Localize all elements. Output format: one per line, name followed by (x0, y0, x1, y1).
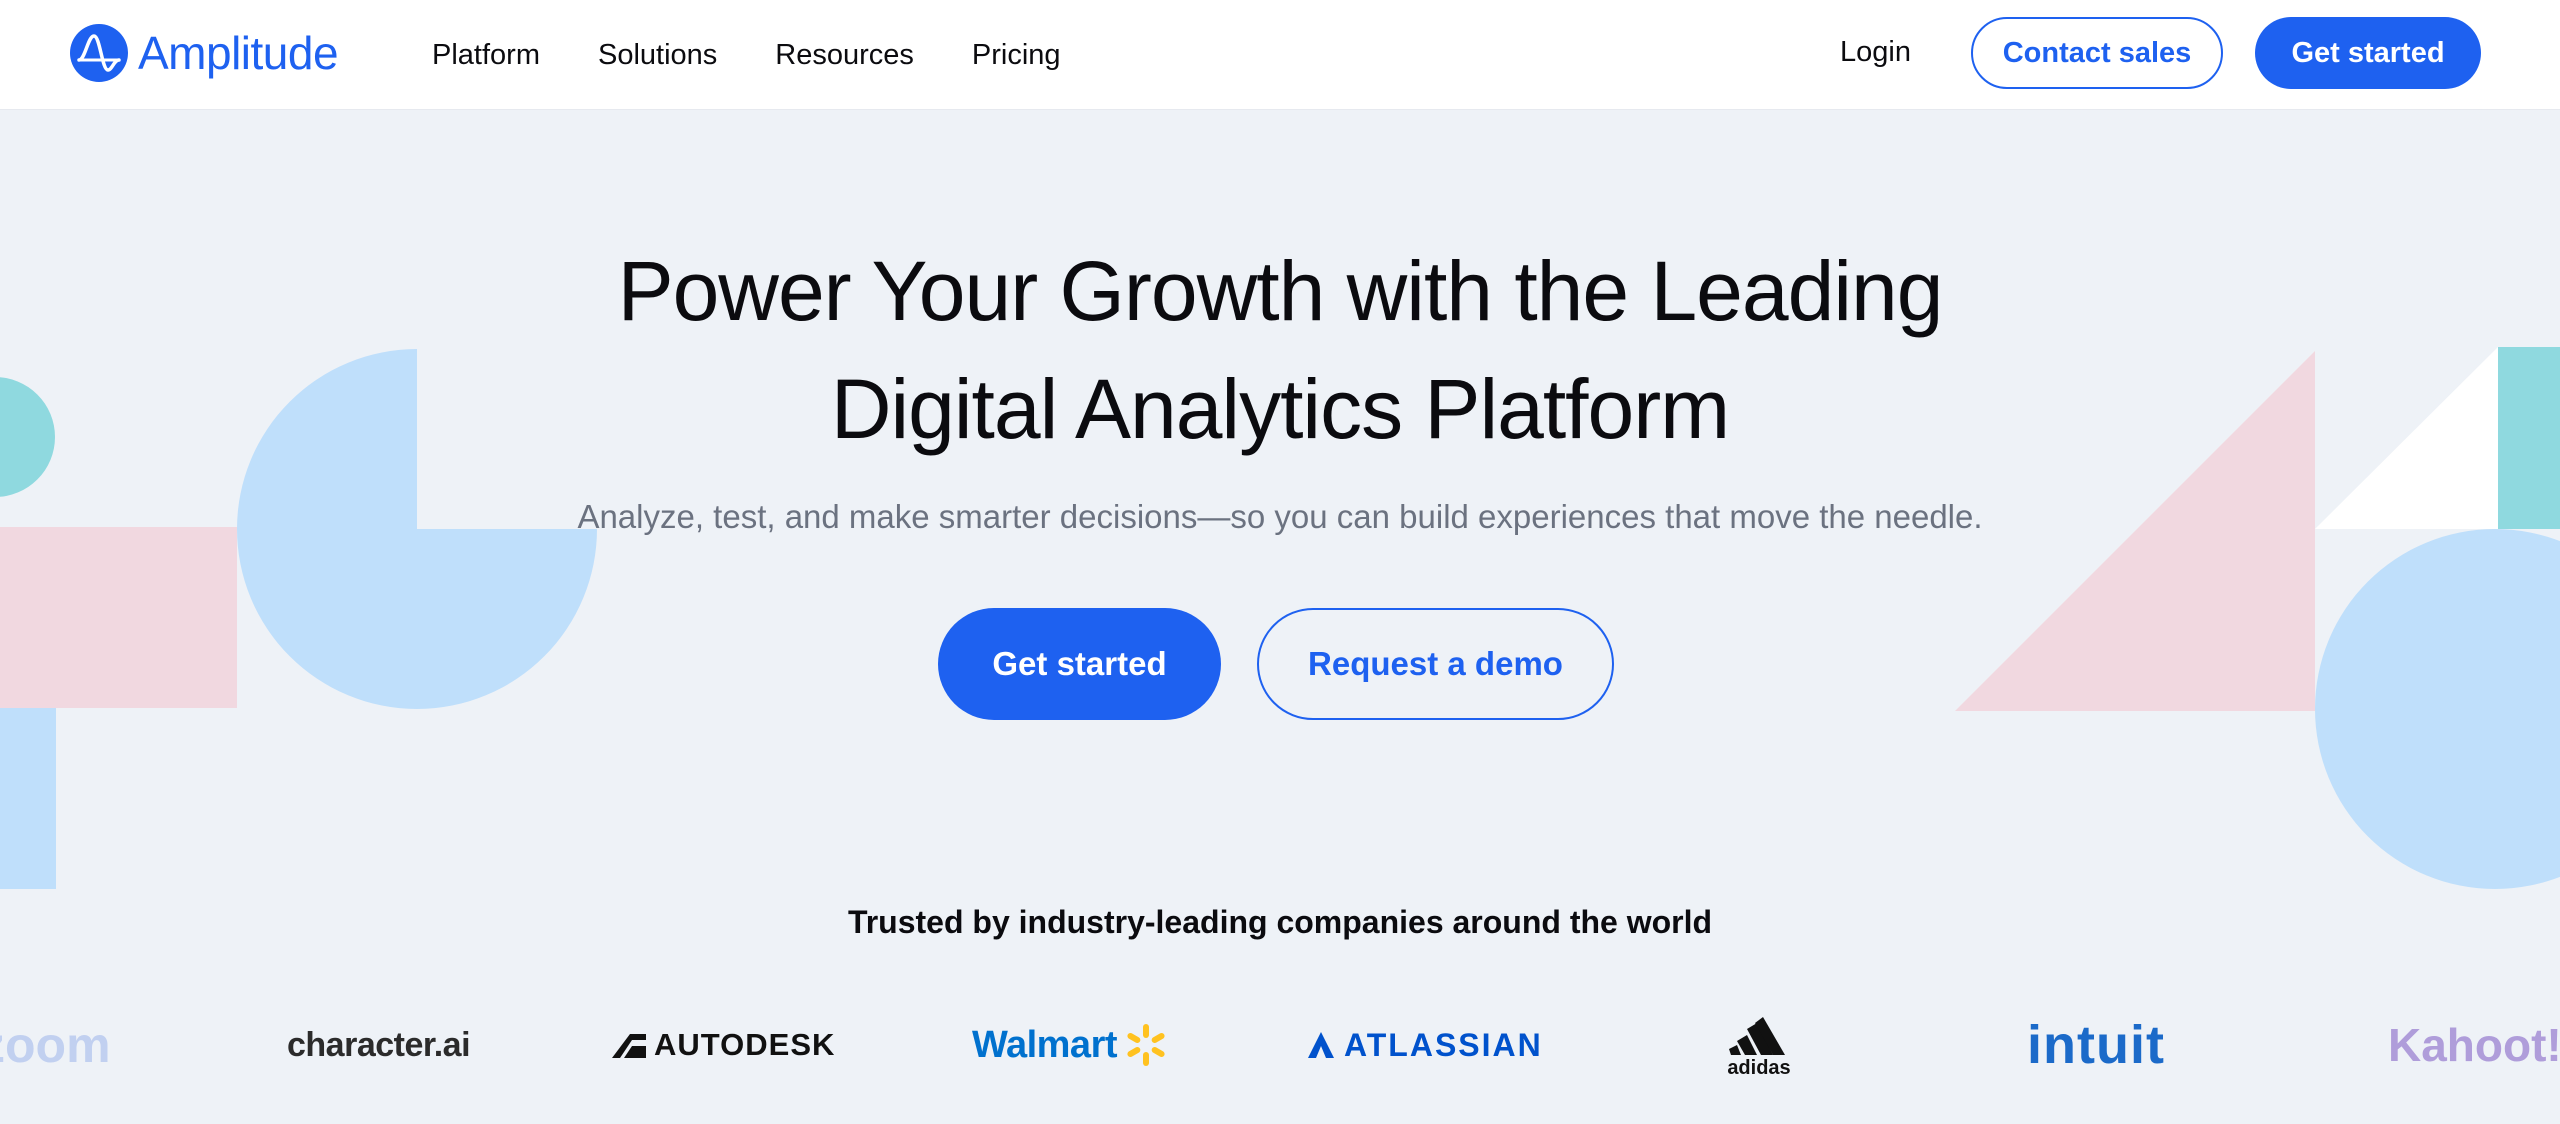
blue-circle-right (2315, 529, 2560, 889)
logo-kahoot: Kahoot! (2388, 1018, 2560, 1072)
logo-adidas: adidas (1727, 1008, 1791, 1088)
logo-autodesk-text: AUTODESK (654, 1027, 836, 1062)
teal-half-circle-left (0, 377, 55, 497)
adidas-stripes-icon (1729, 1016, 1785, 1055)
hero-get-started-button[interactable]: Get started (938, 608, 1221, 720)
autodesk-icon (612, 1034, 646, 1058)
hero-title-line2: Digital Analytics Platform (830, 362, 1730, 456)
request-demo-button[interactable]: Request a demo (1257, 608, 1614, 720)
logo-walmart: Walmart (972, 1018, 1169, 1072)
logo-autodesk: AUTODESK (612, 1018, 835, 1072)
logo-zoom-text: zoom (0, 1017, 111, 1073)
logo-intuit: intuit (2027, 1015, 2165, 1075)
logo-character-ai-text: character.ai (287, 1025, 471, 1064)
logo-atlassian-text: ATLASSIAN (1344, 1026, 1543, 1063)
logo-adidas-text: adidas (1727, 1056, 1791, 1079)
menu-item-solutions[interactable]: Solutions (598, 39, 717, 72)
trusted-heading: Trusted by industry-leading companies ar… (847, 904, 1713, 940)
white-triangle-right (2315, 347, 2498, 529)
top-navigation: Amplitude Platform Solutions Resources P… (0, 0, 2560, 110)
logo-intuit-text: intuit (2027, 1015, 2165, 1075)
menu-item-resources[interactable]: Resources (775, 39, 914, 72)
walmart-spark-icon (1127, 1024, 1165, 1066)
blue-bar-left (0, 708, 56, 889)
logo-atlassian: ATLASSIAN (1306, 1018, 1543, 1072)
logo-walmart-text: Walmart (972, 1023, 1118, 1066)
logo-zoom: zoom (0, 1017, 111, 1073)
logo-kahoot-text: Kahoot! (2388, 1019, 2560, 1071)
brand-name: Amplitude (138, 27, 339, 79)
amplitude-logo-icon (70, 24, 128, 82)
nav-get-started-button[interactable]: Get started (2255, 17, 2481, 89)
brand-logo[interactable]: Amplitude (70, 24, 339, 82)
menu-item-pricing[interactable]: Pricing (972, 39, 1061, 72)
hero-title: Power Your Growth with the Leading Digit… (480, 232, 2080, 468)
logo-character-ai: character.ai (287, 1018, 471, 1072)
pink-rect-left (0, 527, 237, 708)
menu-item-platform[interactable]: Platform (432, 39, 540, 72)
teal-rect-right (2498, 347, 2560, 529)
hero-title-line1: Power Your Growth with the Leading (617, 244, 1944, 338)
customer-logo-strip: zoom character.ai AUTODESK Walmart ATLAS… (0, 1000, 2560, 1090)
atlassian-icon (1308, 1032, 1334, 1058)
login-link[interactable]: Login (1840, 36, 1911, 69)
main-menu: Platform Solutions Resources Pricing (432, 0, 1119, 110)
hero-subtitle: Analyze, test, and make smarter decision… (577, 498, 1983, 535)
contact-sales-button[interactable]: Contact sales (1971, 17, 2223, 89)
